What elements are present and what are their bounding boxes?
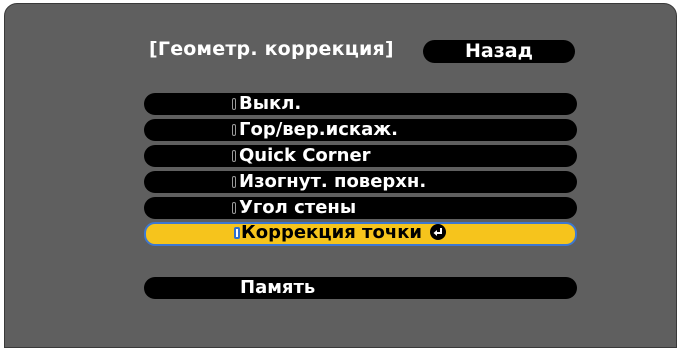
radio-indicator — [232, 124, 236, 136]
memory-button-label: Память — [240, 277, 316, 298]
radio-indicator-selected — [234, 227, 240, 239]
menu-item-label: Коррекция точки — [241, 222, 447, 244]
menu-item-h-v-keystone[interactable]: Гор/вер.искаж. — [144, 119, 577, 141]
enter-icon — [430, 224, 447, 240]
menu-item-corner-wall[interactable]: Угол стены — [144, 197, 577, 219]
menu-item-label: Гор/вер.искаж. — [239, 119, 399, 140]
menu-item-label: Угол стены — [239, 197, 357, 218]
radio-indicator — [232, 176, 236, 188]
radio-indicator — [232, 150, 236, 162]
back-button[interactable]: Назад — [423, 40, 575, 63]
menu-item-curved-surface[interactable]: Изогнут. поверхн. — [144, 171, 577, 193]
menu-item-point-correction[interactable]: Коррекция точки — [144, 222, 577, 246]
memory-button[interactable]: Память — [144, 277, 577, 299]
menu-title: [Геометр. коррекция] — [149, 38, 394, 60]
menu-item-quick-corner[interactable]: Quick Corner — [144, 145, 577, 167]
back-button-label: Назад — [465, 40, 533, 62]
radio-indicator — [232, 98, 236, 110]
radio-indicator — [232, 202, 236, 214]
menu-item-off[interactable]: Выкл. — [144, 93, 577, 115]
menu-item-label: Изогнут. поверхн. — [239, 171, 427, 192]
menu-item-label: Quick Corner — [239, 145, 371, 166]
menu-item-label: Выкл. — [239, 93, 302, 114]
projector-menu-screen: [Геометр. коррекция] Назад Выкл. Гор/вер… — [4, 3, 677, 348]
